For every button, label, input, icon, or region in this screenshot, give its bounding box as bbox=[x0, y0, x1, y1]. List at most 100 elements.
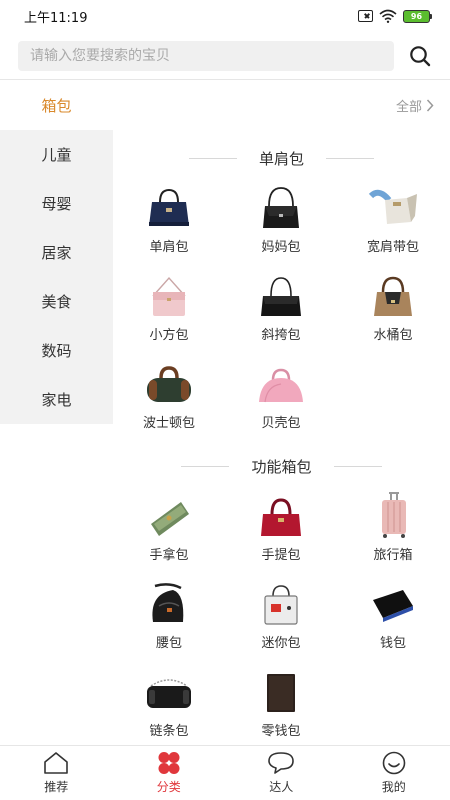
category-item-suitcase[interactable]: 旅行箱 bbox=[337, 492, 449, 580]
battery-icon: 96 bbox=[403, 9, 432, 23]
category-item-bucket-bag[interactable]: 水桶包 bbox=[337, 272, 449, 360]
search-button[interactable] bbox=[408, 44, 432, 68]
category-item-mom-bag[interactable]: 妈妈包 bbox=[225, 184, 337, 272]
sidebar-item-label: 居家 bbox=[41, 244, 72, 262]
sidebar-item-label: 美食 bbox=[41, 293, 72, 311]
section-title-text: 功能箱包 bbox=[251, 457, 312, 476]
category-item-waist-bag[interactable]: 腰包 bbox=[113, 580, 225, 668]
category-item-wide-strap-bag[interactable]: 宽肩带包 bbox=[337, 184, 449, 272]
section-title: 单肩包 bbox=[113, 148, 450, 168]
search-bar bbox=[0, 32, 450, 80]
search-icon bbox=[410, 45, 431, 66]
bucket-bag-icon bbox=[374, 276, 412, 316]
category-item-label: 单肩包 bbox=[149, 240, 189, 255]
tab-label: 达人 bbox=[269, 780, 294, 794]
category-grid: 单肩包 妈妈包 宽肩带包 小方包 斜挎包 水桶包 波士顿包 贝壳包 bbox=[113, 184, 450, 448]
section-title-text: 单肩包 bbox=[258, 149, 304, 168]
category-item-shell-bag[interactable]: 贝壳包 bbox=[225, 360, 337, 448]
category-item-label: 钱包 bbox=[379, 636, 406, 651]
category-item-handbag[interactable]: 手提包 bbox=[225, 492, 337, 580]
boston-bag-icon bbox=[147, 366, 191, 402]
category-item-small-square-bag[interactable]: 小方包 bbox=[113, 272, 225, 360]
sidebar-item-bags[interactable]: 箱包 bbox=[0, 81, 113, 130]
category-item-label: 旅行箱 bbox=[373, 548, 413, 563]
pink-shell-bag-icon bbox=[259, 368, 303, 403]
category-item-label: 腰包 bbox=[155, 636, 182, 651]
category-item-mini-bag[interactable]: 迷你包 bbox=[225, 580, 337, 668]
sidebar-item-food[interactable]: 美食 bbox=[0, 277, 113, 326]
category-item-label: 迷你包 bbox=[261, 636, 301, 651]
sidebar-item-label: 母婴 bbox=[41, 195, 72, 213]
sidebar-item-label: 数码 bbox=[41, 342, 72, 360]
status-bar: 上午11:19 96 bbox=[0, 0, 450, 32]
category-item-boston-bag[interactable]: 波士顿包 bbox=[113, 360, 225, 448]
category-item-label: 妈妈包 bbox=[261, 240, 301, 255]
sidebar-item-baby[interactable]: 母婴 bbox=[0, 179, 113, 228]
sidebar-item-home[interactable]: 居家 bbox=[0, 228, 113, 277]
black-crossbody-bag-icon bbox=[261, 277, 301, 316]
category-item-label: 手拿包 bbox=[149, 548, 189, 563]
category-content: 全部 单肩包 单肩包 妈妈包 宽肩带包 小方包 斜挎包 水桶包 波士顿包 贝壳包… bbox=[113, 81, 450, 745]
all-link-label: 全部 bbox=[395, 100, 422, 115]
chain-bag-icon bbox=[147, 679, 191, 708]
category-item-label: 贝壳包 bbox=[261, 416, 301, 431]
tab-category[interactable]: 分类 bbox=[113, 746, 226, 800]
content-header: 全部 bbox=[113, 81, 450, 130]
pink-suitcase-icon bbox=[382, 492, 406, 538]
category-item-label: 链条包 bbox=[149, 724, 189, 739]
category-item-coin-purse[interactable]: 零钱包 bbox=[225, 668, 337, 745]
tab-label: 我的 bbox=[381, 780, 406, 794]
divider bbox=[181, 465, 230, 467]
category-item-label: 小方包 bbox=[149, 328, 189, 343]
divider bbox=[326, 157, 374, 159]
divider bbox=[333, 465, 382, 467]
category-item-label: 波士顿包 bbox=[142, 416, 195, 431]
tab-label: 分类 bbox=[156, 780, 181, 794]
section-title: 功能箱包 bbox=[113, 456, 450, 476]
tab-mine[interactable]: 我的 bbox=[338, 746, 450, 800]
waist-bag-icon bbox=[152, 583, 184, 622]
category-icon bbox=[158, 752, 180, 774]
tab-label: 推荐 bbox=[44, 780, 69, 794]
category-item-chain-bag[interactable]: 链条包 bbox=[113, 668, 225, 745]
navy-tote-bag-icon bbox=[149, 188, 189, 226]
category-item-label: 手提包 bbox=[261, 548, 301, 563]
category-item-label: 宽肩带包 bbox=[366, 240, 419, 255]
pink-square-bag-icon bbox=[152, 276, 186, 316]
mini-bag-icon bbox=[264, 585, 298, 625]
no-sim-icon bbox=[358, 10, 373, 22]
status-time: 上午11:19 bbox=[24, 10, 88, 26]
category-item-shoulder-bag[interactable]: 单肩包 bbox=[113, 184, 225, 272]
search-input[interactable] bbox=[18, 40, 394, 71]
tab-recommend[interactable]: 推荐 bbox=[0, 746, 113, 800]
sidebar-item-kids[interactable]: 儿童 bbox=[0, 130, 113, 179]
category-item-clutch[interactable]: 手拿包 bbox=[113, 492, 225, 580]
green-clutch-icon bbox=[151, 502, 189, 536]
category-sidebar: 箱包 儿童 母婴 居家 美食 数码 家电 bbox=[0, 81, 113, 424]
sidebar-item-label: 箱包 bbox=[41, 97, 72, 115]
wifi-icon bbox=[379, 9, 397, 23]
smiley-profile-icon bbox=[382, 751, 406, 775]
status-icons: 96 bbox=[358, 9, 432, 23]
sidebar-item-appliances[interactable]: 家电 bbox=[0, 375, 113, 424]
category-item-wallet[interactable]: 钱包 bbox=[337, 580, 449, 668]
battery-level: 96 bbox=[403, 9, 430, 23]
category-item-label: 斜挎包 bbox=[261, 328, 301, 343]
chevron-right-icon bbox=[426, 99, 434, 112]
wide-strap-bag-icon bbox=[368, 189, 417, 224]
coin-purse-icon bbox=[267, 674, 295, 712]
chat-bubble-icon bbox=[268, 752, 295, 774]
category-grid: 手拿包 手提包 旅行箱 腰包 迷你包 钱包 链条包 零钱包 bbox=[113, 492, 450, 745]
divider bbox=[188, 157, 237, 159]
red-handbag-icon bbox=[261, 498, 301, 536]
black-shoulder-bag-icon bbox=[263, 187, 299, 228]
category-item-crossbody-bag[interactable]: 斜挎包 bbox=[225, 272, 337, 360]
home-icon bbox=[44, 752, 69, 774]
bottom-tab-bar: 推荐 分类 达人 我的 bbox=[0, 745, 450, 800]
sidebar-item-label: 儿童 bbox=[41, 146, 72, 164]
category-item-label: 零钱包 bbox=[261, 724, 301, 739]
all-link[interactable]: 全部 bbox=[396, 96, 434, 115]
category-item-label: 水桶包 bbox=[373, 328, 413, 343]
tab-experts[interactable]: 达人 bbox=[225, 746, 338, 800]
sidebar-item-digital[interactable]: 数码 bbox=[0, 326, 113, 375]
